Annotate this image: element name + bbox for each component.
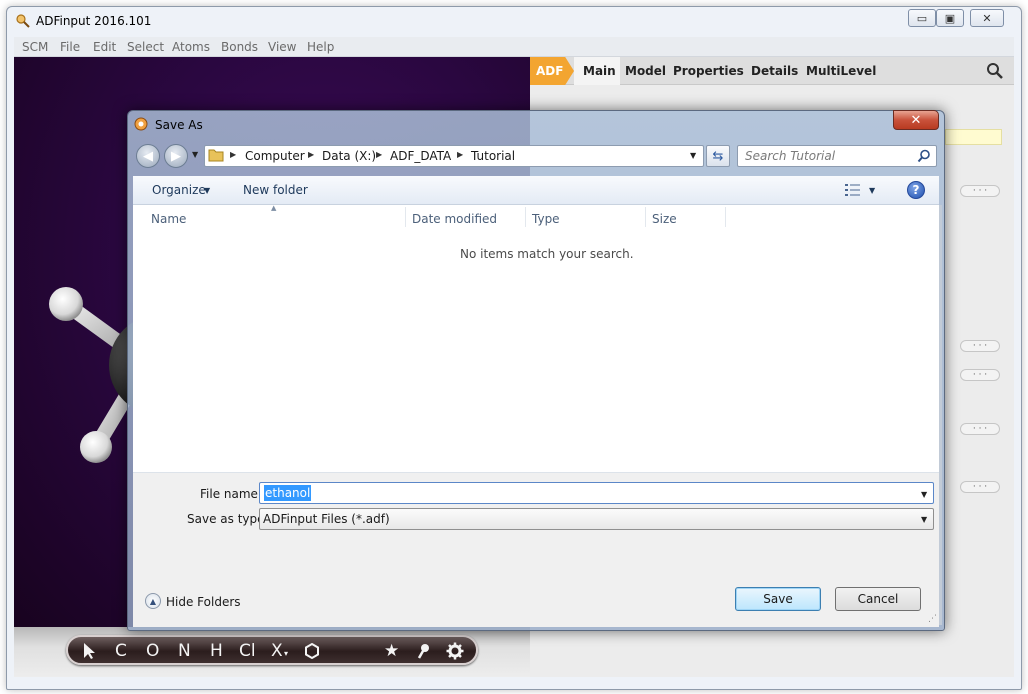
tool-carbon[interactable]: C xyxy=(115,641,127,661)
more-options-button[interactable]: · · · xyxy=(960,340,1000,352)
menu-select[interactable]: Select xyxy=(127,40,164,54)
tool-nitrogen[interactable]: N xyxy=(178,641,191,661)
help-icon[interactable]: ? xyxy=(907,181,925,199)
empty-list-message: No items match your search. xyxy=(460,247,634,261)
resize-grip-icon[interactable]: ⋰ xyxy=(928,614,937,624)
ring-icon[interactable] xyxy=(304,643,320,659)
close-window-button[interactable]: ✕ xyxy=(970,9,1004,27)
new-folder-button[interactable]: New folder xyxy=(243,183,308,197)
views-details-icon[interactable] xyxy=(845,183,861,197)
minimize-button[interactable]: ▭ xyxy=(908,9,936,27)
organize-dropdown-icon[interactable]: ▼ xyxy=(204,186,210,195)
dialog-close-button[interactable]: ✕ xyxy=(893,110,939,130)
recent-locations-dropdown-icon[interactable]: ▼ xyxy=(192,150,198,159)
module-adf-tab[interactable]: ADF xyxy=(530,57,574,85)
hide-folders-button[interactable]: Hide Folders xyxy=(166,595,241,609)
file-name-input[interactable] xyxy=(259,482,934,504)
dialog-edge-scroll xyxy=(939,205,942,625)
select-pointer-icon[interactable] xyxy=(82,642,96,660)
tab-multilevel[interactable]: MultiLevel xyxy=(806,64,876,78)
more-options-button[interactable]: · · · xyxy=(960,481,1000,493)
file-name-value[interactable]: ethanol xyxy=(264,485,312,501)
breadcrumb-computer[interactable]: Computer xyxy=(245,149,305,163)
tab-properties[interactable]: Properties xyxy=(673,64,744,78)
app-title: ADFinput 2016.101 xyxy=(36,14,152,28)
column-name[interactable]: Name xyxy=(151,212,186,226)
dialog-title: Save As xyxy=(155,118,203,132)
save-as-type-value[interactable]: ADFinput Files (*.adf) xyxy=(263,512,390,526)
forward-arrow-icon[interactable]: ▶ xyxy=(164,144,188,168)
element-dropdown-icon[interactable]: ▾ xyxy=(284,649,288,658)
tab-details[interactable]: Details xyxy=(751,64,798,78)
more-options-button[interactable]: · · · xyxy=(960,369,1000,381)
breadcrumb-separator-icon[interactable]: ▶ xyxy=(376,150,382,159)
adfinput-app-icon xyxy=(16,14,30,28)
maximize-button[interactable]: ▣ xyxy=(936,9,964,27)
tab-model[interactable]: Model xyxy=(625,64,666,78)
breadcrumb-separator-icon[interactable]: ▶ xyxy=(457,150,463,159)
tab-main[interactable]: Main xyxy=(583,64,616,78)
settings-gear-icon[interactable] xyxy=(446,642,464,660)
tool-hydrogen[interactable]: H xyxy=(210,641,223,661)
breadcrumb-adf-data[interactable]: ADF_DATA xyxy=(390,149,451,163)
menu-bar: SCM File Edit Select Atoms Bonds View He… xyxy=(14,37,1014,57)
search-icon[interactable] xyxy=(917,149,931,163)
address-dropdown-icon[interactable]: ▼ xyxy=(690,151,696,160)
atom-toolbar: C O N H Cl X ▾ ★ xyxy=(66,635,478,665)
favorites-star-icon[interactable]: ★ xyxy=(384,641,399,661)
column-divider[interactable] xyxy=(405,207,406,227)
dialog-app-icon xyxy=(134,117,148,131)
search-tool-icon[interactable] xyxy=(416,643,432,659)
save-button[interactable]: Save xyxy=(735,587,821,611)
sort-ascending-icon: ▲ xyxy=(271,204,277,212)
tool-other-element[interactable]: X xyxy=(271,641,283,661)
menu-bonds[interactable]: Bonds xyxy=(221,40,258,54)
views-dropdown-icon[interactable]: ▼ xyxy=(869,186,875,195)
column-divider[interactable] xyxy=(645,207,646,227)
more-options-button[interactable]: · · · xyxy=(960,423,1000,435)
column-date-modified[interactable]: Date modified xyxy=(412,212,497,226)
column-divider[interactable] xyxy=(725,207,726,227)
cancel-button[interactable]: Cancel xyxy=(835,587,921,611)
save-as-type-dropdown-icon[interactable]: ▼ xyxy=(921,515,927,524)
search-icon[interactable] xyxy=(986,62,1004,80)
file-name-dropdown-icon[interactable]: ▼ xyxy=(921,490,927,499)
search-placeholder: Search Tutorial xyxy=(745,149,836,163)
menu-edit[interactable]: Edit xyxy=(93,40,116,54)
breadcrumb-separator-icon[interactable]: ▶ xyxy=(308,150,314,159)
refresh-icon[interactable]: ⇆ xyxy=(706,145,730,167)
collapse-chevron-icon[interactable]: ▲ xyxy=(145,593,161,609)
column-divider[interactable] xyxy=(525,207,526,227)
file-name-label: File name: xyxy=(200,487,262,501)
menu-view[interactable]: View xyxy=(268,40,296,54)
organize-button[interactable]: Organize xyxy=(152,183,206,197)
more-options-button[interactable]: · · · xyxy=(960,185,1000,197)
column-size[interactable]: Size xyxy=(652,212,677,226)
menu-file[interactable]: File xyxy=(60,40,80,54)
menu-scm[interactable]: SCM xyxy=(22,40,48,54)
column-type[interactable]: Type xyxy=(532,212,560,226)
back-arrow-icon[interactable]: ◀ xyxy=(136,144,160,168)
save-as-type-label: Save as type: xyxy=(187,512,269,526)
title-field[interactable] xyxy=(945,129,1002,145)
tool-oxygen[interactable]: O xyxy=(146,641,159,661)
folder-icon xyxy=(208,149,224,162)
breadcrumb-separator-icon[interactable]: ▶ xyxy=(230,150,236,159)
breadcrumb-data-drive[interactable]: Data (X:) xyxy=(322,149,376,163)
file-list[interactable] xyxy=(133,205,939,472)
breadcrumb-tutorial[interactable]: Tutorial xyxy=(471,149,515,163)
menu-atoms[interactable]: Atoms xyxy=(172,40,210,54)
menu-help[interactable]: Help xyxy=(307,40,334,54)
tool-chlorine[interactable]: Cl xyxy=(239,641,256,661)
